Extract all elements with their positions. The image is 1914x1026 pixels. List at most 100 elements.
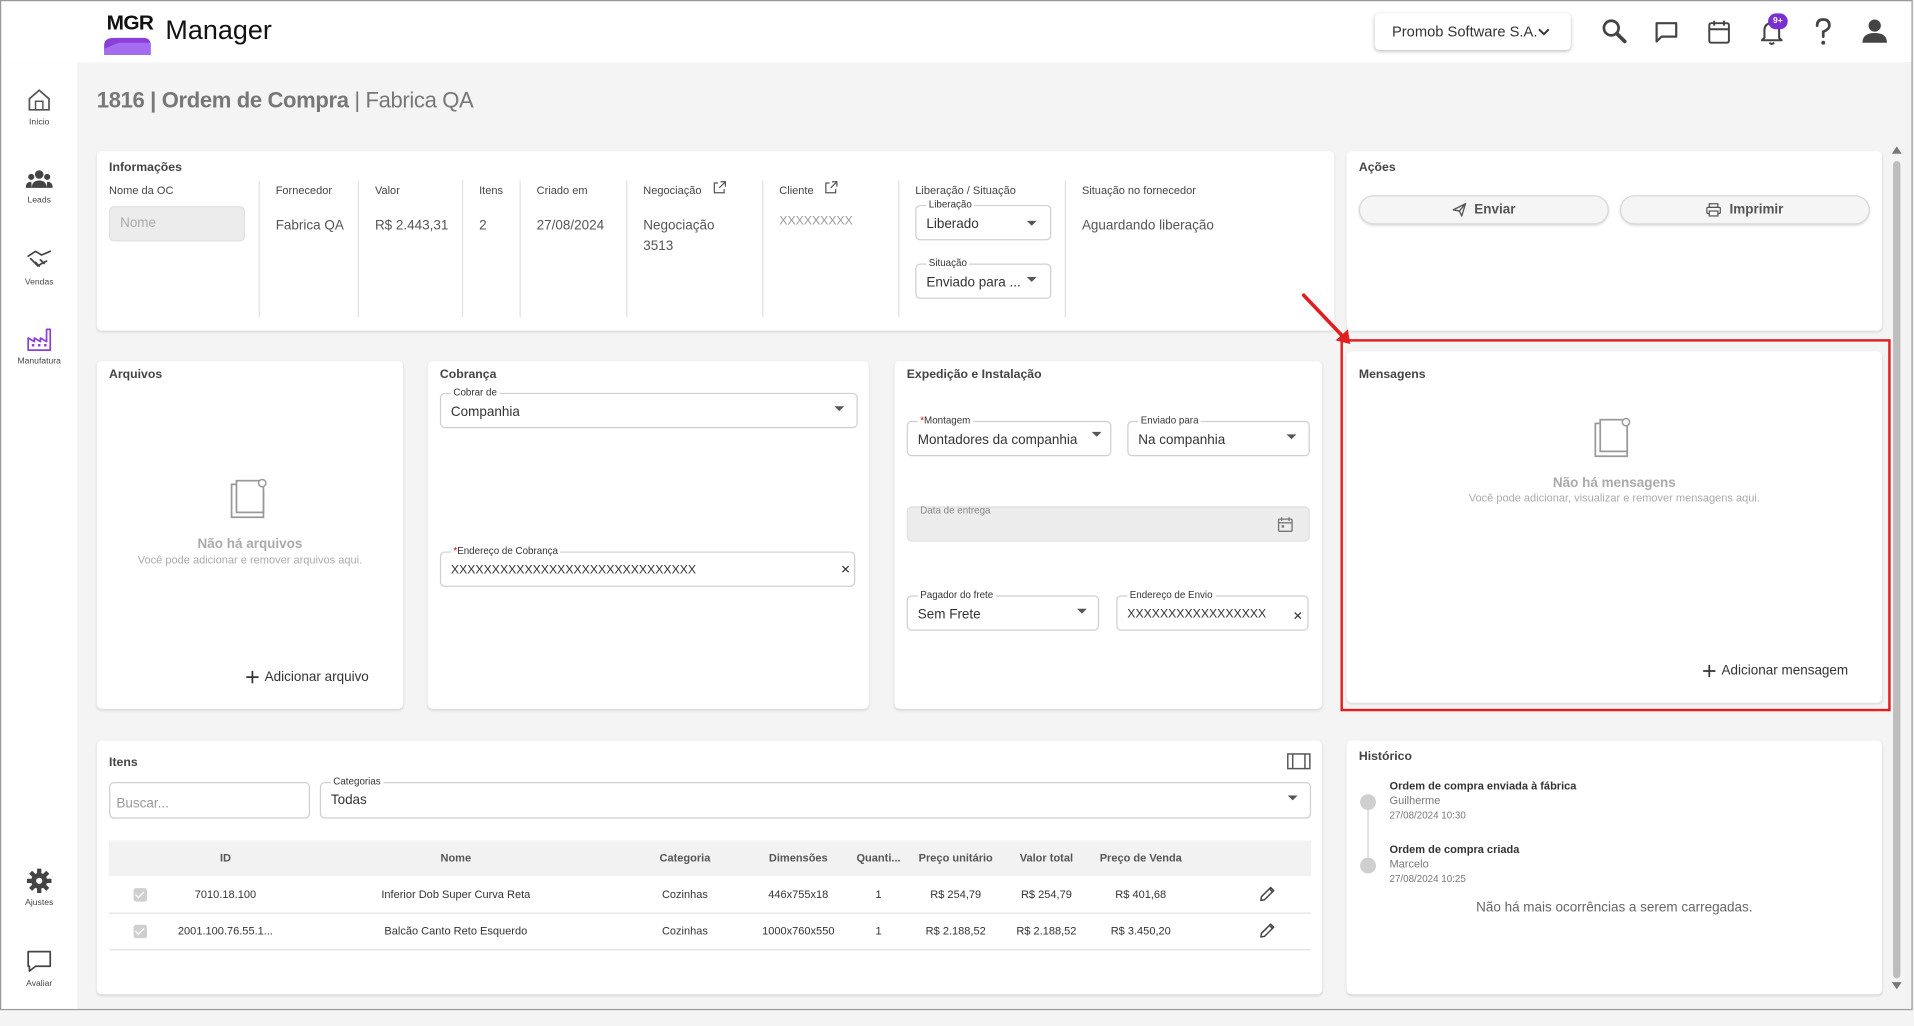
cell-dimensoes: 1000x760x550 [762, 924, 835, 937]
search-icon[interactable] [1601, 18, 1628, 45]
row-checkbox[interactable] [133, 888, 148, 902]
people-icon [25, 170, 53, 188]
adicionar-arquivo-button[interactable]: Adicionar arquivo [245, 670, 369, 684]
sidebar-item-manufatura[interactable]: Manufatura [1, 326, 77, 366]
categorias-label: Categorias [330, 775, 384, 789]
itens-search-placeholder: Buscar... [116, 796, 169, 812]
acoes-card: Ações Enviar Imprimir [1346, 151, 1883, 331]
columns-toggle-icon[interactable] [1287, 753, 1312, 770]
cell-nome: Inferior Dob Super Curva Reta [381, 888, 531, 901]
nome-oc-placeholder: Nome [120, 215, 157, 231]
app-logo[interactable]: MGR [102, 9, 154, 58]
nome-oc-input[interactable]: Nome [109, 206, 246, 242]
sidebar-item-label: Leads [27, 196, 51, 205]
arquivos-card: Arquivos Não há arquivos Você pode adici… [96, 361, 404, 709]
table-header: ID Nome Categoria Dimensões Quanti... Pr… [109, 840, 1312, 876]
sidebar-item-inicio[interactable]: Início [1, 87, 77, 127]
endereco-envio-field[interactable]: Endereço de Envio XXXXXXXXXXXXXXXXX ✕ [1116, 589, 1309, 631]
history-event-date: 27/08/2024 10:30 [1389, 810, 1466, 822]
column-header-valor-total[interactable]: Valor total [1010, 852, 1084, 864]
sidebar-item-avaliar[interactable]: Avaliar [1, 948, 77, 988]
criado-em-value: 27/08/2024 [536, 218, 605, 234]
external-link-icon[interactable] [713, 181, 726, 194]
edit-pencil-icon[interactable] [1258, 922, 1275, 939]
data-entrega-field[interactable]: Data de entrega [906, 505, 1310, 542]
endereco-cobranca-field[interactable]: *Endereço de Cobrança XXXXXXXXXXXXXXXXXX… [439, 545, 856, 587]
help-icon[interactable] [1812, 17, 1834, 46]
sidebar-item-label: Avaliar [26, 979, 53, 989]
liberacao-value: Liberado [926, 217, 979, 232]
endereco-envio-value: XXXXXXXXXXXXXXXXX [1127, 607, 1267, 621]
history-event-user: Marcelo [1389, 857, 1429, 870]
montagem-select[interactable]: *Montagem Montadores da companhia [906, 414, 1112, 457]
pagador-frete-select[interactable]: Pagador do frete Sem Frete [906, 589, 1100, 631]
liberacao-select[interactable]: Liberação Liberado [915, 198, 1052, 241]
negociacao-value[interactable]: Negociação [643, 218, 714, 233]
dropdown-caret-icon [1077, 608, 1087, 614]
company-selector[interactable]: Promob Software S.A. [1374, 13, 1571, 51]
cell-preco-venda: R$ 401,68 [1115, 888, 1167, 901]
categorias-select[interactable]: Categorias Todas [319, 775, 1312, 819]
cell-categoria: Cozinhas [661, 924, 708, 937]
app-name: Manager [165, 14, 272, 46]
expedicao-title: Expedição e Instalação [906, 368, 1042, 382]
cliente-value: XXXXXXXXX [779, 214, 853, 229]
sidebar-item-leads[interactable]: Leads [1, 167, 77, 205]
column-header-dimensoes[interactable]: Dimensões [758, 852, 838, 864]
notifications-button[interactable]: 9+ [1758, 13, 1790, 47]
clear-icon[interactable]: ✕ [1293, 610, 1303, 623]
sidebar: Início Leads Vendas Manufatura Ajustes A… [1, 62, 78, 1009]
logo-text: MGR [106, 10, 154, 35]
situacao-value: Enviado para ... [926, 275, 1021, 291]
calendar-icon[interactable] [1707, 18, 1732, 45]
cell-categoria: Cozinhas [661, 888, 708, 901]
itens-card: Itens Buscar... Categorias Todas ID Nome… [96, 740, 1323, 995]
notification-badge: 9+ [1768, 13, 1788, 30]
edit-pencil-icon[interactable] [1258, 886, 1275, 903]
cell-nome: Balcão Canto Reto Esquerdo [384, 924, 528, 937]
history-event-user: Guilherme [1389, 794, 1441, 807]
column-header-categoria[interactable]: Categoria [648, 852, 722, 864]
imprimir-label: Imprimir [1729, 202, 1784, 218]
handshake-icon [27, 250, 52, 267]
fornecedor-label: Fornecedor [275, 184, 333, 197]
column-header-preco-venda[interactable]: Preço de Venda [1092, 852, 1190, 864]
scroll-down-icon[interactable] [1891, 982, 1902, 990]
enviar-button[interactable]: Enviar [1358, 195, 1609, 225]
calendar-icon[interactable] [1277, 516, 1294, 533]
row-checkbox[interactable] [133, 924, 148, 939]
negociacao-number[interactable]: 3513 [643, 239, 673, 254]
itens-search-input[interactable]: Buscar... [109, 782, 311, 819]
sidebar-item-vendas[interactable]: Vendas [1, 246, 77, 287]
situacao-select[interactable]: Situação Enviado para ... [915, 257, 1052, 299]
sidebar-item-ajustes[interactable]: Ajustes [1, 867, 77, 908]
column-header-nome[interactable]: Nome [370, 852, 542, 864]
scroll-up-icon[interactable] [1891, 146, 1902, 154]
arquivos-empty-title: Não há arquivos [197, 536, 303, 552]
valor-label: Valor [374, 184, 400, 197]
table-row[interactable]: 7010.18.100 Inferior Dob Super Curva Ret… [109, 876, 1312, 914]
clear-icon[interactable]: ✕ [841, 564, 851, 577]
sidebar-item-label: Início [28, 118, 50, 127]
chat-icon[interactable] [1654, 20, 1679, 44]
dropdown-caret-icon [1026, 220, 1037, 226]
chevron-down-icon [1538, 28, 1550, 36]
external-link-icon[interactable] [825, 181, 838, 194]
enviado-para-select[interactable]: Enviado para Na companhia [1127, 414, 1310, 457]
situacao-fornecedor-label: Situação no fornecedor [1081, 184, 1196, 197]
column-header-preco-unitario[interactable]: Preço unitário [910, 852, 1001, 864]
column-header-id[interactable]: ID [183, 852, 269, 864]
scrollbar-thumb[interactable] [1893, 161, 1901, 979]
enviado-para-label: Enviado para [1138, 414, 1201, 427]
cell-preco-unitario: R$ 2.188,52 [925, 924, 986, 937]
column-header-quantidade[interactable]: Quanti... [852, 852, 906, 864]
table-row[interactable]: 2001.100.76.55.1... Balcão Canto Reto Es… [109, 913, 1312, 951]
company-selector-label: Promob Software S.A. [1391, 23, 1538, 41]
page-scrollbar[interactable] [1889, 144, 1904, 994]
montagem-label: *Montagem [917, 414, 973, 427]
cell-valor-total: R$ 2.188,52 [1016, 924, 1077, 937]
user-avatar-icon[interactable] [1861, 17, 1888, 44]
cell-quantidade: 1 [875, 888, 882, 901]
imprimir-button[interactable]: Imprimir [1619, 195, 1870, 225]
cobrar-de-select[interactable]: Cobrar de Companhia [439, 386, 858, 429]
